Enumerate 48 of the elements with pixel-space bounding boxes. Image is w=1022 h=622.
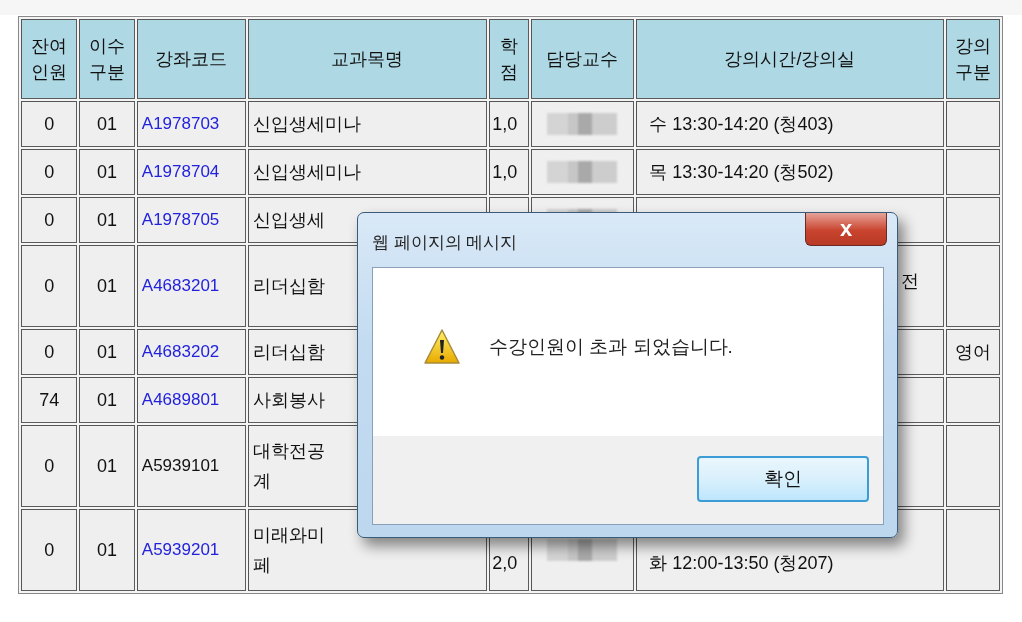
table-cell: 01 xyxy=(97,341,118,362)
column-header: 강의구분 xyxy=(945,19,1000,99)
column-header: 학점 xyxy=(489,19,529,99)
table-cell-text: 신입생세미나 xyxy=(252,161,361,184)
table-cell: 0 xyxy=(44,113,55,134)
table-cell: 영어 xyxy=(954,342,991,362)
table-cell-text: 대학전공 계 xyxy=(252,440,325,493)
table-cell: 0 xyxy=(44,161,55,182)
column-header: 교과목명 xyxy=(247,19,488,99)
table-cell-text: 사회봉사 xyxy=(252,389,325,412)
column-header: 강좌코드 xyxy=(136,19,246,99)
ok-button[interactable]: 확인 xyxy=(697,456,869,502)
table-cell: 수 13:30-14:20 (청403) xyxy=(649,114,834,134)
close-button[interactable]: x xyxy=(805,213,887,246)
column-header: 담당교수 xyxy=(530,19,635,99)
table-cell: 화 12:00-13:50 (청207) xyxy=(649,553,834,573)
table-cell: 0 xyxy=(44,455,55,476)
table-cell: 01 xyxy=(97,275,118,296)
table-cell: 0 xyxy=(44,209,55,230)
course-code-link[interactable]: A4683201 xyxy=(141,276,220,295)
table-cell: 0 xyxy=(44,341,55,362)
table-cell: 74 xyxy=(39,389,60,410)
table-cell-text: 리더십함 xyxy=(252,275,325,298)
table-cell: 01 xyxy=(97,161,118,182)
table-cell: 01 xyxy=(97,539,118,560)
table-cell: 목 13:30-14:20 (청502) xyxy=(649,162,834,182)
table-cell: 01 xyxy=(97,209,118,230)
table-cell: A5939101 xyxy=(141,456,220,475)
column-header: 잔여인원 xyxy=(21,19,78,99)
dialog-message: 수강인원이 초과 되었습니다. xyxy=(489,335,733,359)
table-cell-text: 리더십함 xyxy=(252,341,325,364)
table-cell-text: 미래와미 페 xyxy=(252,524,325,577)
dialog-title: 웹 페이지의 메시지 xyxy=(372,232,518,254)
table-cell: 01 xyxy=(97,455,118,476)
table-cell: 2,0 xyxy=(492,552,518,573)
table-cell: 전 xyxy=(900,271,919,291)
table-cell: 01 xyxy=(97,389,118,410)
table-cell: 1,0 xyxy=(492,161,518,182)
table-cell: 01 xyxy=(97,113,118,134)
table-cell-text: 신입생세미나 xyxy=(252,113,361,136)
warning-icon xyxy=(423,328,461,366)
table-cell: 0 xyxy=(44,275,55,296)
column-header: 이수구분 xyxy=(79,19,135,99)
table-cell-text: 신입생세 xyxy=(252,209,325,232)
table-cell: 0 xyxy=(44,539,55,560)
course-code-link[interactable]: A5939201 xyxy=(141,540,220,559)
column-header: 강의시간/강의실 xyxy=(636,19,944,99)
table-cell: 1,0 xyxy=(492,113,518,134)
